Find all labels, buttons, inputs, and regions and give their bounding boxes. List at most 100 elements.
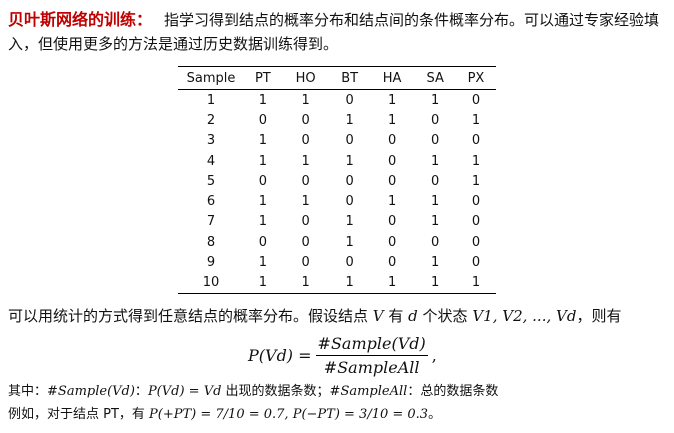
table-cell: 5 <box>206 173 216 189</box>
sample-table-wrapper: Sample PT HO BT HA SA PX 111011020011013100000… <box>178 66 496 294</box>
table-cell: 0 <box>387 255 397 271</box>
table-cell: 1 <box>258 214 267 230</box>
table-row: 8 0 0 1 0 0 0 <box>178 232 496 252</box>
table-cell: 0 <box>387 214 397 230</box>
table-cell: 1 <box>301 194 310 210</box>
table-cell: 7 <box>206 214 216 230</box>
column-header: HA <box>369 66 415 90</box>
formula-lhs: P(Vd) = <box>248 346 312 365</box>
formula-trailing: , <box>431 346 437 365</box>
table-cell: 1 <box>258 92 267 108</box>
note-colon: ： <box>134 384 148 399</box>
column-header: PX <box>455 66 496 90</box>
table-row: 4 1 1 1 0 1 1 <box>178 151 496 171</box>
table-cell: 1 <box>345 234 354 250</box>
table-cell: 1 <box>471 112 481 128</box>
table-cell: 1 <box>244 272 282 294</box>
table-cell: 1 <box>431 194 440 210</box>
example-note: 例如，对于结点 PT，有 P(+PT) = 7/10 = 0.7, P(−PT)… <box>8 406 668 424</box>
table-cell: 10 <box>178 272 244 294</box>
note-total-text: ：总的数据条数 <box>407 384 499 399</box>
table-cell: 1 <box>431 153 440 169</box>
example-prefix: 例如，对于结点 PT，有 <box>8 407 150 422</box>
table-cell: 1 <box>258 133 267 149</box>
table-row: 3 1 0 0 0 0 0 <box>178 131 496 151</box>
probability-paragraph: 可以用统计的方式得到任意结点的概率分布。假设结点 V 有 d 个状态 V1, V… <box>8 305 668 327</box>
table-cell: 1 <box>431 92 440 108</box>
formula-fraction: #Sample(Vd) #SampleAll <box>315 334 428 377</box>
table-cell: 1 <box>387 112 397 128</box>
table-cell: 1 <box>471 173 481 189</box>
table-cell: 1 <box>301 153 310 169</box>
table-cell: 1 <box>455 272 496 294</box>
table-cell: 0 <box>431 234 440 250</box>
table-cell: 0 <box>387 234 397 250</box>
probability-formula: P(Vd) = #Sample(Vd) #SampleAll , <box>248 334 437 377</box>
table-row: 7 1 0 1 0 1 0 <box>178 212 496 232</box>
table-cell: 0 <box>471 92 481 108</box>
note-count-text: 出现的数据条数； <box>221 384 330 399</box>
table-body: 1110110200110131000004111011500000161101… <box>178 90 496 294</box>
table-cell: 1 <box>258 194 267 210</box>
table-cell: 0 <box>431 173 440 189</box>
table-cell: 9 <box>206 255 216 271</box>
definition-note: 其中：#Sample(Vd)：P(Vd) = Vd 出现的数据条数；#Sampl… <box>8 383 668 401</box>
table-cell: 0 <box>301 112 310 128</box>
table-cell: 0 <box>301 173 310 189</box>
table-cell: 1 <box>345 112 354 128</box>
table-cell: 1 <box>387 194 397 210</box>
table-cell: 0 <box>301 214 310 230</box>
table-cell: 1 <box>345 214 354 230</box>
sample-table: Sample PT HO BT HA SA PX 111011020011013100000… <box>178 66 496 294</box>
table-cell: 1 <box>281 272 330 294</box>
table-cell: 0 <box>301 133 310 149</box>
table-cell: 0 <box>258 112 267 128</box>
para-text-2: 有 <box>383 307 409 325</box>
table-cell: 0 <box>387 173 397 189</box>
table-cell: 0 <box>345 255 354 271</box>
column-header: PT <box>244 66 282 90</box>
table-cell: 1 <box>301 92 310 108</box>
table-row: 2 0 0 1 1 0 1 <box>178 110 496 130</box>
table-row: 1 1 1 0 1 1 0 <box>178 90 496 111</box>
column-header: HO <box>281 66 330 90</box>
table-cell: 1 <box>414 272 456 294</box>
table-cell: 1 <box>431 214 440 230</box>
table-cell: 1 <box>258 255 267 271</box>
table-cell: 0 <box>431 112 440 128</box>
table-cell: 1 <box>369 272 415 294</box>
table-cell: 1 <box>431 255 440 271</box>
table-cell: 1 <box>206 92 216 108</box>
table-cell: 0 <box>471 133 481 149</box>
table-cell: 1 <box>258 153 267 169</box>
table-cell: 8 <box>206 234 216 250</box>
formula-numerator: #Sample(Vd) <box>315 334 428 356</box>
table-cell: 1 <box>387 92 397 108</box>
table-cell: 0 <box>345 173 354 189</box>
states-list: V1, V2, ..., Vd <box>472 307 577 325</box>
table-cell: 2 <box>206 112 216 128</box>
table-cell: 0 <box>471 214 481 230</box>
table-cell: 0 <box>345 194 354 210</box>
note-sample-vd: #Sample(Vd) <box>47 384 135 399</box>
table-row: 10 1 1 1 1 1 1 <box>178 272 496 294</box>
para-text-1: 可以用统计的方式得到任意结点的概率分布。假设结点 <box>8 307 373 325</box>
table-cell: 6 <box>206 194 216 210</box>
section-heading: 贝叶斯网络的训练： <box>8 10 153 29</box>
table-row: 9 1 0 0 0 1 0 <box>178 252 496 272</box>
table-cell: 1 <box>345 153 354 169</box>
para-text-3: 个状态 <box>417 307 473 325</box>
note-sample-all: #SampleAll <box>329 384 408 399</box>
table-cell: 0 <box>258 234 267 250</box>
table-cell: 0 <box>471 234 481 250</box>
table-cell: 0 <box>387 153 397 169</box>
table-cell: 0 <box>387 133 397 149</box>
table-cell: 0 <box>471 255 481 271</box>
example-formula: P(+PT) = 7/10 = 0.7, P(−PT) = 3/10 = 0.3 <box>149 407 429 422</box>
column-header: BT <box>329 66 370 90</box>
table-cell: 0 <box>301 234 310 250</box>
column-header: Sample <box>178 66 244 90</box>
intro-paragraph: 贝叶斯网络的训练： 指学习得到结点的概率分布和结点间的条件概率分布。可以通过专家经… <box>8 8 663 56</box>
table-cell: 4 <box>206 153 216 169</box>
table-cell: 3 <box>206 133 216 149</box>
